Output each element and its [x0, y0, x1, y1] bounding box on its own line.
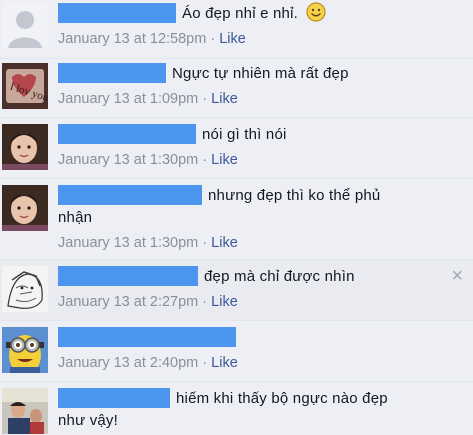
timestamp[interactable]: January 13 at 2:40pm — [58, 355, 198, 371]
avatar[interactable] — [2, 388, 48, 434]
separator: · — [202, 152, 208, 168]
redacted-name[interactable] — [58, 63, 166, 83]
timestamp[interactable]: January 13 at 1:09pm — [58, 91, 198, 107]
like-link[interactable]: Like — [211, 91, 238, 107]
comment-text: nói gì thì nói — [202, 126, 287, 143]
timestamp[interactable]: January 13 at 2:27pm — [58, 294, 198, 310]
redacted-name[interactable] — [58, 124, 196, 144]
comment-item: hiếm khi thấy bộ ngực nào đẹp như vậy! — [0, 382, 473, 435]
comment-text: hiếm khi thấy bộ ngực nào đẹp — [176, 390, 388, 407]
comment-text-continued: như vậy! — [58, 412, 119, 429]
timestamp[interactable]: January 13 at 1:30pm — [58, 152, 198, 168]
like-link[interactable]: Like — [219, 31, 246, 47]
comment-text: Áo đẹp nhỉ e nhỉ. — [182, 5, 298, 22]
comment-text: đẹp mà chỉ được nhìn — [204, 268, 355, 285]
close-icon[interactable]: × — [451, 266, 463, 286]
like-link[interactable]: Like — [211, 152, 238, 168]
like-link[interactable]: Like — [211, 294, 238, 310]
redacted-name[interactable] — [58, 185, 202, 205]
avatar[interactable] — [2, 266, 48, 312]
comment-meta: January 13 at 1:30pm · Like — [58, 149, 445, 171]
redacted-name[interactable] — [58, 3, 176, 23]
avatar[interactable] — [2, 327, 48, 373]
redacted-name[interactable] — [58, 327, 236, 347]
comment-text: nhưng đẹp thì ko thể phủ — [208, 187, 381, 204]
comment-meta: January 13 at 1:30pm · Like — [58, 232, 445, 254]
redacted-name[interactable] — [58, 266, 198, 286]
timestamp[interactable]: January 13 at 12:58pm — [58, 31, 206, 47]
avatar[interactable] — [2, 185, 48, 231]
separator: · — [202, 91, 208, 107]
comment-item: đẹp mà chỉ được nhìn January 13 at 2:27p… — [0, 260, 473, 321]
separator: · — [202, 235, 208, 251]
comment-meta: January 13 at 1:09pm · Like — [58, 88, 445, 110]
comment-meta: January 13 at 2:27pm · Like — [58, 291, 445, 313]
comment-meta: January 13 at 12:58pm · Like — [58, 28, 445, 50]
separator: · — [210, 31, 216, 47]
avatar[interactable] — [2, 124, 48, 170]
comment-item: nói gì thì nói January 13 at 1:30pm · Li… — [0, 118, 473, 179]
comment-item: Áo đẹp nhỉ e nhỉ. January 13 at 12:58pm … — [0, 0, 473, 59]
default-avatar[interactable] — [2, 2, 48, 48]
avatar[interactable]: I lov you — [2, 63, 48, 109]
comment-text-continued: nhận — [58, 209, 93, 226]
comment-item: I lov you Ngực tự nhiên mà rất đẹp Janua… — [0, 59, 473, 118]
like-link[interactable]: Like — [211, 355, 238, 371]
comment-text: Ngực tự nhiên mà rất đẹp — [172, 65, 349, 82]
comment-item: nhưng đẹp thì ko thể phủ nhận January 13… — [0, 179, 473, 260]
comment-list: Áo đẹp nhỉ e nhỉ. January 13 at 12:58pm … — [0, 0, 473, 435]
timestamp[interactable]: January 13 at 1:30pm — [58, 235, 198, 251]
comment-item: January 13 at 2:40pm · Like — [0, 321, 473, 382]
separator: · — [202, 355, 208, 371]
comment-meta: January 13 at 2:40pm · Like — [58, 352, 445, 374]
redacted-name[interactable] — [58, 388, 170, 408]
separator: · — [202, 294, 208, 310]
like-link[interactable]: Like — [211, 235, 238, 251]
smiley-icon — [306, 2, 326, 22]
